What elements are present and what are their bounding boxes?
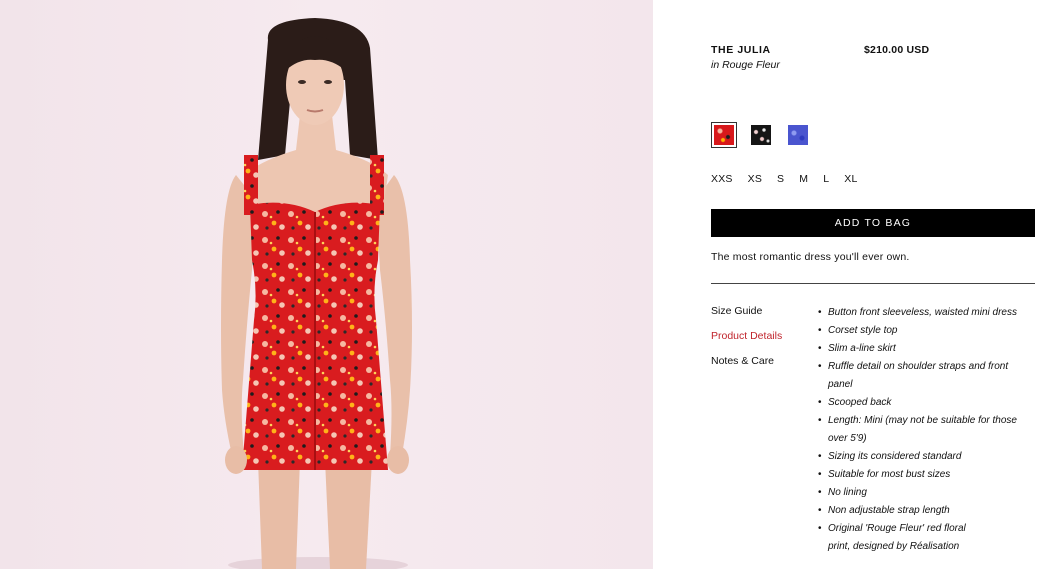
color-swatches (711, 122, 811, 148)
detail-item: Sizing its considered standard (818, 448, 1038, 466)
size-selector: XXS XS S M L XL (711, 173, 873, 185)
tab-notes-care[interactable]: Notes & Care (711, 355, 811, 367)
tab-product-details[interactable]: Product Details (711, 330, 811, 342)
product-title: THE JULIA (711, 44, 771, 56)
product-details-list: Button front sleeveless, waisted mini dr… (818, 304, 1038, 556)
detail-item: Original 'Rouge Fleur' red floralprint, … (818, 520, 1038, 556)
detail-item: No lining (818, 484, 1038, 502)
add-to-bag-button[interactable]: ADD TO BAG (711, 209, 1035, 237)
size-option-xs[interactable]: XS (748, 173, 762, 185)
product-tagline: The most romantic dress you'll ever own. (711, 251, 910, 263)
product-price: $210.00 USD (864, 44, 930, 56)
size-option-xl[interactable]: XL (844, 173, 857, 185)
swatch-black[interactable] (748, 122, 774, 148)
detail-item: Length: Mini (may not be suitable for th… (818, 412, 1038, 448)
size-option-s[interactable]: S (777, 173, 784, 185)
product-image (0, 0, 653, 569)
detail-item: Ruffle detail on shoulder straps and fro… (818, 358, 1038, 394)
detail-item: Corset style top (818, 322, 1038, 340)
product-info-panel: THE JULIA in Rouge Fleur $210.00 USD XXS… (711, 0, 1035, 569)
detail-item: Non adjustable strap length (818, 502, 1038, 520)
product-variant-name: in Rouge Fleur (711, 59, 780, 71)
size-option-xxs[interactable]: XXS (711, 173, 733, 185)
detail-item: Scooped back (818, 394, 1038, 412)
size-option-m[interactable]: M (799, 173, 808, 185)
model-illustration (221, 18, 412, 569)
detail-item: Slim a-line skirt (818, 340, 1038, 358)
divider (711, 283, 1035, 284)
detail-item: Suitable for most bust sizes (818, 466, 1038, 484)
info-tabs: Size Guide Product Details Notes & Care (711, 305, 811, 380)
swatch-red[interactable] (711, 122, 737, 148)
size-option-l[interactable]: L (823, 173, 829, 185)
detail-item: Button front sleeveless, waisted mini dr… (818, 304, 1038, 322)
tab-size-guide[interactable]: Size Guide (711, 305, 811, 317)
swatch-blue[interactable] (785, 122, 811, 148)
